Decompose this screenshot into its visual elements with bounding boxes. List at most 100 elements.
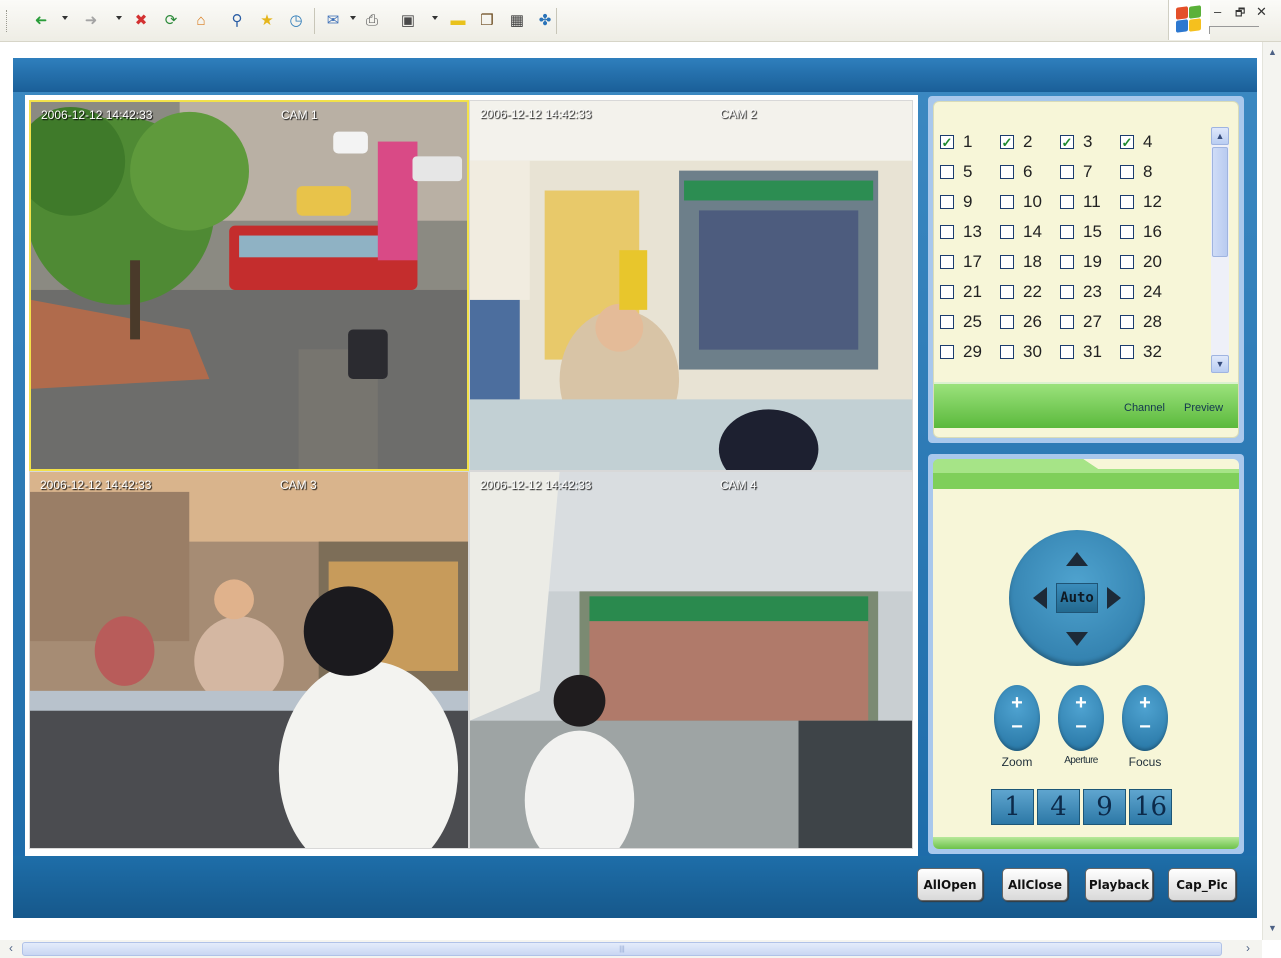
favorites-icon[interactable]: ★	[256, 9, 278, 31]
restore-button[interactable]: 🗗	[1235, 4, 1245, 23]
channel-checkbox[interactable]: ✓	[1000, 135, 1014, 149]
channel-scroll-up-icon[interactable]: ▲	[1211, 127, 1229, 145]
preview-button[interactable]: Preview	[1184, 402, 1223, 414]
channel-checkbox[interactable]	[1120, 345, 1134, 359]
channel-checkbox[interactable]	[1060, 225, 1074, 239]
channel-item[interactable]: ✓ 1	[940, 132, 1000, 152]
aperture-close-icon[interactable]: −	[1058, 717, 1104, 737]
scroll-right-icon[interactable]: ›	[1240, 941, 1256, 957]
channel-checkbox[interactable]	[1060, 255, 1074, 269]
toolbar-grip[interactable]	[6, 10, 9, 32]
channel-item[interactable]: 12	[1120, 192, 1180, 212]
channel-item[interactable]: 27	[1060, 312, 1120, 332]
channel-checkbox[interactable]	[1000, 345, 1014, 359]
channel-checkbox[interactable]	[940, 255, 954, 269]
zoom-control[interactable]: + −	[994, 685, 1040, 751]
channel-item[interactable]: ✓ 4	[1120, 132, 1180, 152]
channel-item[interactable]: 13	[940, 222, 1000, 242]
research-icon[interactable]: ❒	[476, 9, 498, 31]
channel-item[interactable]: 11	[1060, 192, 1120, 212]
channel-checkbox[interactable]	[1000, 255, 1014, 269]
pan-right-icon[interactable]	[1107, 587, 1121, 609]
channel-checkbox[interactable]	[1060, 195, 1074, 209]
channel-checkbox[interactable]	[1000, 225, 1014, 239]
channel-item[interactable]: 17	[940, 252, 1000, 272]
dropdown-arrow-icon[interactable]	[116, 16, 122, 20]
channel-checkbox[interactable]	[1120, 195, 1134, 209]
channel-item[interactable]: 19	[1060, 252, 1120, 272]
mail-icon[interactable]: ✉	[322, 9, 344, 31]
channel-item[interactable]: 26	[1000, 312, 1060, 332]
channel-checkbox[interactable]	[1060, 315, 1074, 329]
channel-checkbox[interactable]	[940, 225, 954, 239]
channel-item[interactable]: 25	[940, 312, 1000, 332]
auto-button[interactable]: Auto	[1056, 583, 1098, 613]
channel-checkbox[interactable]: ✓	[940, 135, 954, 149]
channel-item[interactable]: 30	[1000, 342, 1060, 362]
cap-pic-button[interactable]: Cap_Pic	[1168, 868, 1236, 901]
search-icon[interactable]: ⚲	[226, 9, 248, 31]
channel-item[interactable]: 20	[1120, 252, 1180, 272]
discuss-icon[interactable]: ▬	[447, 9, 469, 31]
all-open-button[interactable]: AllOpen	[917, 868, 983, 901]
camera-view-1[interactable]: 2006-12-12 14:42:33 CAM 1	[29, 100, 469, 471]
refresh-icon[interactable]: ⟳	[160, 9, 182, 31]
channel-checkbox[interactable]	[1000, 315, 1014, 329]
playback-button[interactable]: Playback	[1085, 868, 1153, 901]
zoom-in-icon[interactable]: +	[994, 693, 1040, 713]
channel-item[interactable]: 31	[1060, 342, 1120, 362]
pan-down-icon[interactable]	[1066, 632, 1088, 646]
channel-scroll-down-icon[interactable]: ▼	[1211, 355, 1229, 373]
horizontal-scroll-thumb[interactable]: |||	[22, 942, 1222, 956]
layout-1-button[interactable]: 1	[991, 789, 1034, 825]
camera-view-3[interactable]: 2006-12-12 14:42:33 CAM 3	[29, 471, 469, 849]
channel-item[interactable]: ✓ 2	[1000, 132, 1060, 152]
channel-checkbox[interactable]	[1120, 285, 1134, 299]
channel-item[interactable]: 22	[1000, 282, 1060, 302]
channel-checkbox[interactable]	[1060, 345, 1074, 359]
channel-checkbox[interactable]	[1120, 315, 1134, 329]
channel-button[interactable]: Channel	[1124, 402, 1165, 414]
channel-item[interactable]: 24	[1120, 282, 1180, 302]
focus-control[interactable]: + −	[1122, 685, 1168, 751]
home-icon[interactable]: ⌂	[190, 9, 212, 31]
channel-item[interactable]: 28	[1120, 312, 1180, 332]
channel-item[interactable]: ✓ 3	[1060, 132, 1120, 152]
aperture-control[interactable]: + −	[1058, 685, 1104, 751]
channel-item[interactable]: 5	[940, 162, 1000, 182]
back-icon[interactable]: ➜	[30, 9, 52, 31]
scroll-up-icon[interactable]: ▲	[1265, 44, 1280, 60]
channel-item[interactable]: 18	[1000, 252, 1060, 272]
layout-4-button[interactable]: 4	[1037, 789, 1080, 825]
channel-item[interactable]: 23	[1060, 282, 1120, 302]
focus-far-icon[interactable]: −	[1122, 717, 1168, 737]
channel-item[interactable]: 8	[1120, 162, 1180, 182]
page-vertical-scrollbar[interactable]: ▲ ▼	[1262, 42, 1281, 940]
close-button[interactable]: ✕	[1256, 4, 1267, 20]
channel-checkbox[interactable]	[1120, 165, 1134, 179]
channel-checkbox[interactable]	[940, 315, 954, 329]
zoom-out-icon[interactable]: −	[994, 717, 1040, 737]
stop-icon[interactable]: ✖	[130, 9, 152, 31]
channel-checkbox[interactable]	[1060, 285, 1074, 299]
channel-item[interactable]: 10	[1000, 192, 1060, 212]
channel-scrollbar[interactable]: ▲ ▼	[1211, 127, 1229, 373]
channel-checkbox[interactable]	[940, 345, 954, 359]
camera-view-4[interactable]: 2006-12-12 14:42:33 CAM 4	[469, 471, 913, 849]
layout-16-button[interactable]: 16	[1129, 789, 1172, 825]
scroll-left-icon[interactable]: ‹	[3, 941, 19, 957]
pan-up-icon[interactable]	[1066, 552, 1088, 566]
messenger-icon[interactable]: ▦	[506, 9, 528, 31]
channel-checkbox[interactable]	[1120, 255, 1134, 269]
channel-checkbox[interactable]	[1120, 225, 1134, 239]
channel-checkbox[interactable]	[940, 165, 954, 179]
channel-item[interactable]: 21	[940, 282, 1000, 302]
channel-checkbox[interactable]	[1000, 195, 1014, 209]
scroll-down-icon[interactable]: ▼	[1265, 920, 1280, 936]
channel-checkbox[interactable]: ✓	[1120, 135, 1134, 149]
edit-icon[interactable]: ▣	[397, 9, 419, 31]
forward-icon[interactable]: ➜	[80, 9, 102, 31]
history-icon[interactable]: ◷	[285, 9, 307, 31]
dropdown-arrow-icon[interactable]	[350, 16, 356, 20]
channel-checkbox[interactable]	[940, 195, 954, 209]
